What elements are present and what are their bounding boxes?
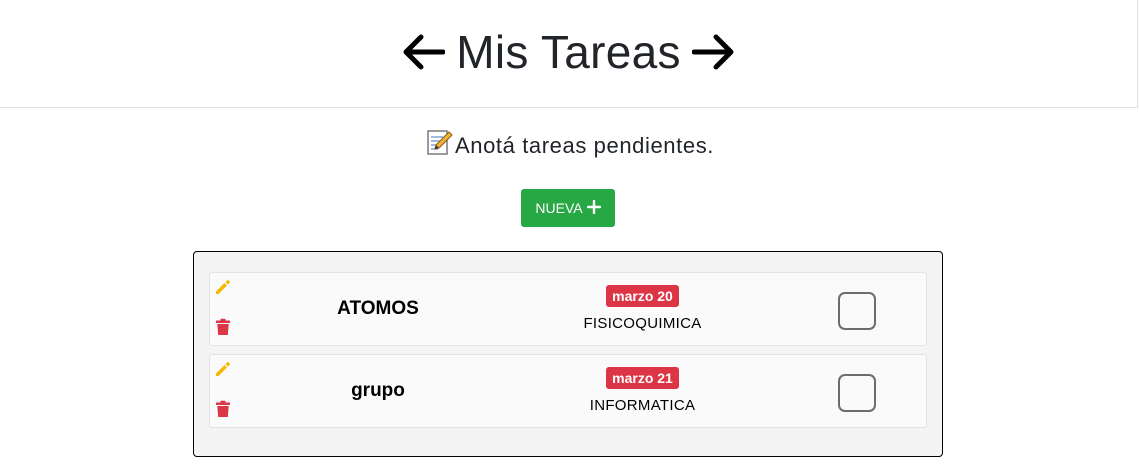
date-badge: marzo 20 bbox=[606, 285, 679, 307]
trash-icon[interactable] bbox=[215, 318, 231, 336]
task-done-checkbox[interactable] bbox=[838, 374, 876, 412]
task-name: grupo bbox=[351, 380, 405, 401]
task-subject: INFORMATICA bbox=[589, 397, 696, 414]
date-badge: marzo 21 bbox=[606, 367, 679, 389]
pencil-icon[interactable] bbox=[214, 360, 232, 378]
task-list: ATOMOS marzo 20 FISICOQUIMICA grupo marz… bbox=[193, 251, 943, 457]
header: Mis Tareas bbox=[0, 0, 1138, 108]
arrow-right-icon[interactable] bbox=[691, 29, 737, 75]
task-actions bbox=[213, 355, 233, 429]
page-title: Mis Tareas bbox=[456, 25, 681, 78]
header-inner: Mis Tareas bbox=[400, 25, 737, 79]
new-task-button[interactable]: NUEVA bbox=[521, 189, 615, 227]
task-meta: marzo 20 FISICOQUIMICA bbox=[570, 285, 715, 332]
trash-icon[interactable] bbox=[215, 400, 231, 418]
new-task-label: NUEVA bbox=[535, 200, 583, 216]
subtitle-text: Anotá tareas pendientes. bbox=[454, 133, 715, 158]
task-name: ATOMOS bbox=[337, 298, 419, 319]
task-done-checkbox[interactable] bbox=[838, 292, 876, 330]
pencil-icon[interactable] bbox=[214, 278, 232, 296]
arrow-left-icon[interactable] bbox=[400, 29, 446, 75]
subtitle: Anotá tareas pendientes. bbox=[0, 128, 1139, 162]
task-meta: marzo 21 INFORMATICA bbox=[570, 367, 715, 414]
memo-icon bbox=[425, 128, 453, 162]
task-subject: FISICOQUIMICA bbox=[583, 315, 702, 332]
plus-icon bbox=[586, 198, 601, 218]
task-item: ATOMOS marzo 20 FISICOQUIMICA bbox=[209, 272, 927, 346]
task-actions bbox=[213, 273, 233, 347]
task-item: grupo marzo 21 INFORMATICA bbox=[209, 354, 927, 428]
